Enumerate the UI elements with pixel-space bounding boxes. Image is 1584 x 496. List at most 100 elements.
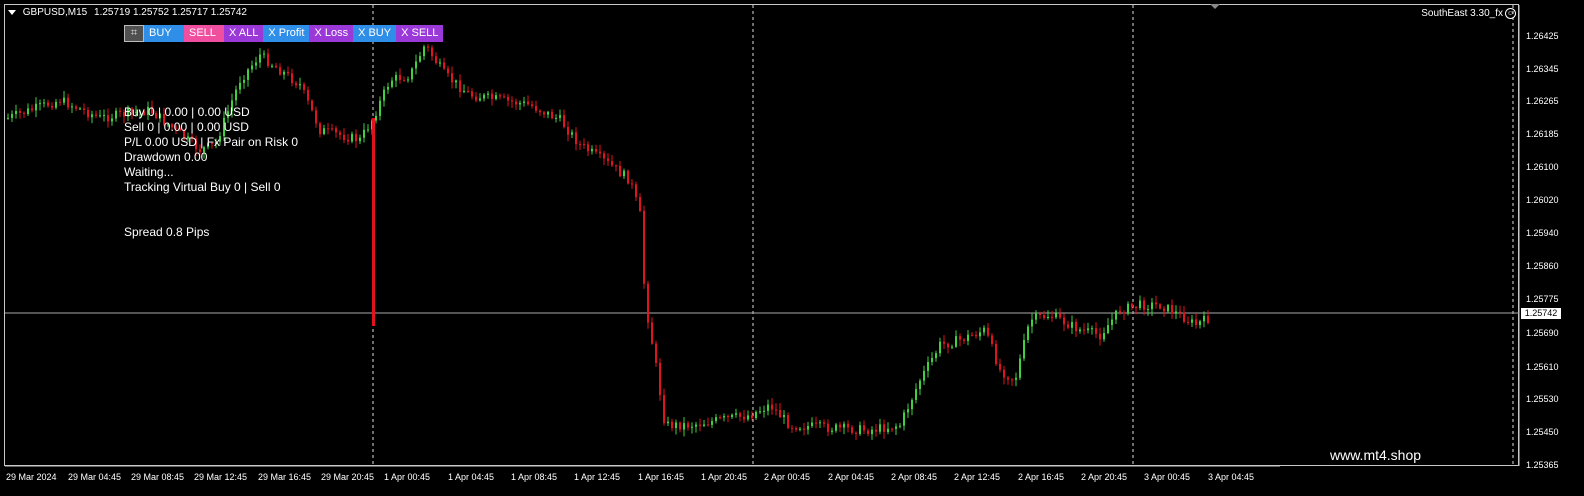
close-profit-button[interactable]: X Profit [263, 25, 310, 42]
candle-body [23, 112, 25, 115]
candle-body [515, 101, 517, 105]
candle-body [239, 82, 241, 90]
candle-body [471, 91, 473, 97]
candle-body [899, 425, 901, 427]
candle-body [411, 68, 413, 80]
candle-body [1083, 329, 1085, 331]
candle-body [1135, 307, 1137, 309]
candle-body [15, 111, 17, 115]
candle-body [923, 370, 925, 381]
candle-body [67, 97, 69, 108]
time-tick: 2 Apr 04:45 [828, 472, 875, 482]
candle-body [791, 427, 793, 429]
close-loss-button[interactable]: X Loss [309, 25, 354, 42]
candle-body [1183, 312, 1185, 322]
candle-body [771, 404, 773, 410]
close-buy-button[interactable]: X BUY [353, 25, 397, 42]
price-tick: 1.25530 [1526, 394, 1559, 404]
candle-body [1027, 326, 1029, 341]
smiley-icon[interactable]: ☺ [1505, 8, 1516, 19]
candle-body [967, 334, 969, 341]
candle-body [743, 416, 745, 420]
candle-body [71, 106, 73, 108]
shift-marker-icon[interactable] [1210, 4, 1220, 9]
current-price-tag: 1.25742 [1521, 308, 1561, 319]
candle-body [907, 409, 909, 413]
candle-body [1071, 322, 1073, 328]
candle-body [347, 139, 349, 142]
candle-body [847, 423, 849, 428]
candle-body [639, 197, 641, 211]
candle-body [372, 118, 375, 326]
candle-body [999, 363, 1001, 370]
candle-body [975, 335, 977, 337]
candle-body [503, 96, 505, 98]
candle-body [1147, 309, 1149, 311]
dropdown-triangle-icon[interactable] [8, 9, 16, 15]
close-sell-button[interactable]: X SELL [396, 25, 444, 42]
candle-body [391, 80, 393, 87]
candle-body [419, 56, 421, 62]
candlestick-chart [5, 5, 1520, 467]
candle-body [551, 111, 553, 119]
candle-body [795, 428, 797, 430]
candle-body [1043, 314, 1045, 319]
candle-body [615, 165, 617, 167]
candle-body [1067, 324, 1069, 328]
candle-body [367, 129, 369, 131]
candle-body [971, 334, 973, 336]
buy-info: Buy 0 | 0.00 | 0.00 USD [124, 105, 250, 119]
candle-body [539, 110, 541, 113]
price-tick: 1.25610 [1526, 362, 1559, 372]
candle-body [267, 53, 269, 66]
candle-body [1039, 313, 1041, 315]
candle-body [499, 95, 501, 97]
candle-body [379, 100, 381, 116]
candle-body [919, 380, 921, 390]
candle-body [7, 117, 9, 119]
candle-body [399, 74, 401, 81]
time-tick: 3 Apr 04:45 [1208, 472, 1255, 482]
candle-body [1079, 329, 1081, 332]
candle-body [415, 61, 417, 69]
grid-icon[interactable]: ⌗ [124, 25, 144, 42]
chart-header: GBPUSD,M15 1.25719 1.25752 1.25717 1.257… [8, 7, 247, 18]
candle-body [1011, 379, 1013, 381]
candle-body [767, 404, 769, 411]
candle-body [699, 424, 701, 426]
candle-body [59, 101, 61, 103]
candle-body [1175, 311, 1177, 314]
candle-body [1003, 369, 1005, 378]
candle-body [595, 148, 597, 152]
buy-button[interactable]: BUY [144, 25, 184, 42]
candle-body [675, 422, 677, 428]
candle-body [1091, 328, 1093, 330]
candle-body [563, 115, 565, 128]
candle-body [607, 158, 609, 162]
candle-body [963, 339, 965, 341]
candle-body [263, 53, 265, 55]
candle-body [663, 395, 665, 424]
candle-body [335, 128, 337, 133]
candle-body [55, 101, 57, 108]
candle-body [979, 332, 981, 337]
candle-body [303, 84, 305, 90]
candle-body [895, 426, 897, 429]
close-all-button[interactable]: X ALL [224, 25, 264, 42]
sell-button[interactable]: SELL [184, 25, 224, 42]
candle-body [543, 112, 545, 115]
candle-body [1055, 313, 1057, 318]
candle-body [479, 98, 481, 101]
candle-body [579, 144, 581, 146]
candle-body [83, 108, 85, 110]
candle-body [1151, 302, 1153, 310]
candle-body [455, 80, 457, 83]
candle-body [1171, 305, 1173, 314]
candle-body [495, 95, 497, 99]
candle-body [331, 128, 333, 130]
candle-body [467, 90, 469, 92]
candle-body [319, 123, 321, 135]
candle-body [727, 416, 729, 418]
time-tick: 3 Apr 00:45 [1144, 472, 1191, 482]
candle-body [1195, 319, 1197, 326]
